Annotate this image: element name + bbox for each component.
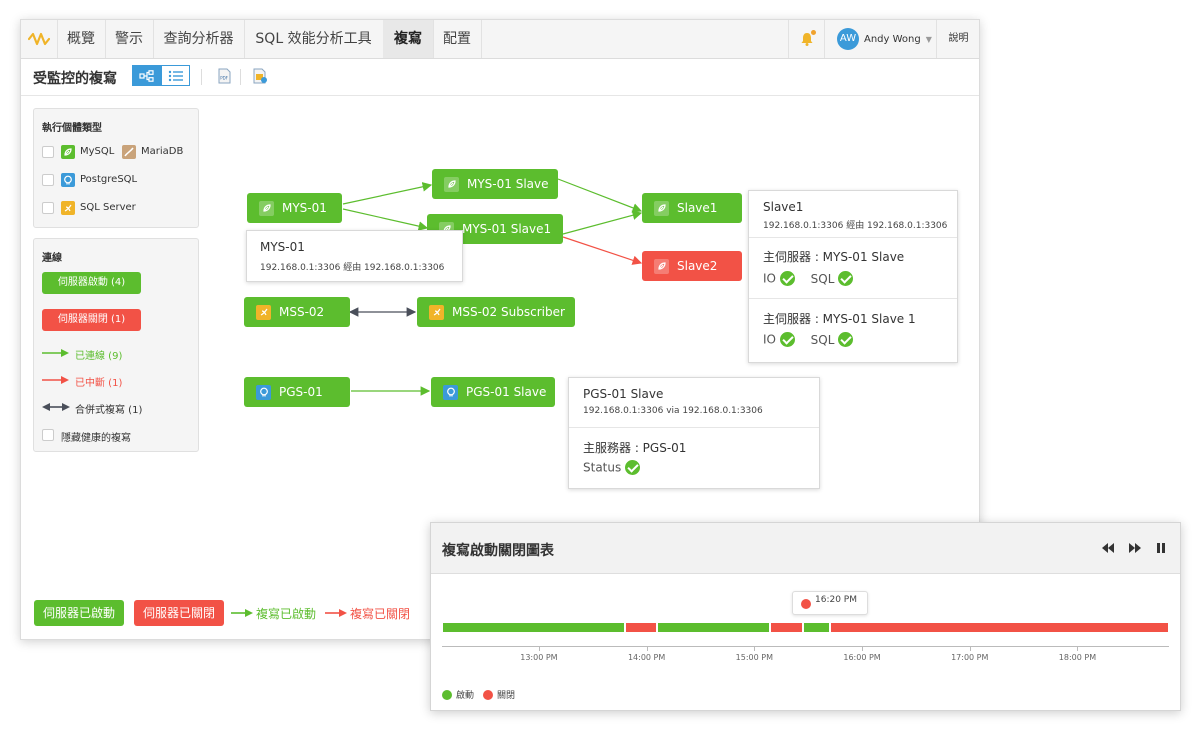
node-label: Slave1 <box>677 201 718 215</box>
node-label: MYS-01 <box>282 201 327 215</box>
card-status-row: IO SQL <box>763 271 854 286</box>
node-pgs-01-slave[interactable]: PGS-01 Slave <box>431 377 555 407</box>
check-icon <box>838 271 854 286</box>
axis-tick <box>862 646 864 651</box>
timeline-axis <box>442 646 1169 647</box>
node-label: MYS-01 Slave1 <box>462 222 552 236</box>
timeline-segment-down[interactable] <box>771 623 802 632</box>
node-slave1[interactable]: Slave1 <box>642 193 742 223</box>
axis-tick-label: 14:00 PM <box>627 653 666 662</box>
card-address: 192.168.0.1:3306 經由 192.168.0.1:3306 <box>763 221 948 231</box>
sql-label: SQL <box>810 332 835 347</box>
io-label: IO <box>763 332 776 347</box>
info-card-mys-01: MYS-01 192.168.0.1:3306 經由 192.168.0.1:3… <box>246 230 463 282</box>
timeline-tooltip: 16:20 PM <box>792 591 868 615</box>
axis-tick <box>754 646 756 651</box>
timeline-segment-down[interactable] <box>830 623 1168 632</box>
node-label: PGS-01 <box>279 385 323 399</box>
card-master: 主服務器 : PGS-01 <box>583 441 687 455</box>
axis-tick-label: 16:00 PM <box>843 653 881 662</box>
card-address: 192.168.0.1:3306 via 192.168.0.1:3306 <box>583 406 763 416</box>
check-icon <box>838 332 854 347</box>
timeline-segment-up[interactable] <box>443 623 625 632</box>
mysql-leaf-icon <box>444 176 459 192</box>
node-pgs-01[interactable]: PGS-01 <box>244 377 350 407</box>
status-label: Status <box>583 460 622 475</box>
axis-tick-label: 17:00 PM <box>951 653 989 662</box>
node-slave2[interactable]: Slave2 <box>642 251 742 281</box>
card-address: 192.168.0.1:3306 經由 192.168.0.1:3306 <box>260 263 445 273</box>
node-label: MSS-02 Subscriber <box>452 305 565 319</box>
timeline-segment-up[interactable] <box>803 623 829 632</box>
card-title: MYS-01 <box>260 240 305 254</box>
green-arrow-icon <box>231 609 253 617</box>
chart-header: 複寫啟動關閉圖表 <box>431 523 1180 574</box>
sqlserver-icon <box>429 304 444 320</box>
pause-icon[interactable] <box>1154 541 1168 555</box>
fast-forward-icon[interactable] <box>1128 541 1142 555</box>
card-divider <box>749 237 957 238</box>
node-label: PGS-01 Slave <box>466 385 547 399</box>
link-slave-to-node-slave1 <box>557 178 643 213</box>
card-master: 主伺服器 : MYS-01 Slave <box>763 250 905 264</box>
check-icon <box>779 271 795 286</box>
axis-tick <box>646 646 648 651</box>
legend-down-dot <box>483 690 493 700</box>
check-icon <box>625 460 641 475</box>
tooltip-status-dot <box>801 599 811 609</box>
postgresql-elephant-icon <box>443 384 458 400</box>
rewind-icon[interactable] <box>1101 541 1115 555</box>
info-card-slave1: Slave1 192.168.0.1:3306 經由 192.168.0.1:3… <box>748 190 958 363</box>
node-mss-02-subscriber[interactable]: MSS-02 Subscriber <box>417 297 575 327</box>
axis-tick <box>1077 646 1079 651</box>
legend-replication-down: 複寫已關閉 <box>350 607 411 621</box>
card-status-row: IO SQL <box>763 332 854 347</box>
mysql-leaf-icon <box>654 200 669 216</box>
sqlserver-icon <box>256 304 271 320</box>
mysql-leaf-icon <box>654 258 669 274</box>
link-slave1-to-slave2 <box>562 236 643 265</box>
axis-tick-label: 13:00 PM <box>520 653 558 662</box>
card-title: PGS-01 Slave <box>583 387 664 401</box>
legend-up-label: 啟動 <box>456 691 475 701</box>
node-mys-01[interactable]: MYS-01 <box>247 193 342 223</box>
io-label: IO <box>763 271 776 286</box>
node-mss-02[interactable]: MSS-02 <box>244 297 350 327</box>
axis-tick <box>969 646 971 651</box>
info-card-pgs-01-slave: PGS-01 Slave 192.168.0.1:3306 via 192.16… <box>568 377 820 489</box>
node-mys-01-slave[interactable]: MYS-01 Slave <box>432 169 558 199</box>
tooltip-time: 16:20 PM <box>815 595 857 605</box>
axis-tick <box>538 646 540 651</box>
red-arrow-icon <box>325 609 347 617</box>
legend-server-down: 伺服器已關閉 <box>134 600 224 626</box>
chart-title: 複寫啟動關閉圖表 <box>442 543 554 559</box>
axis-tick-label: 15:00 PM <box>735 653 773 662</box>
card-master: 主伺服器 : MYS-01 Slave 1 <box>763 312 916 326</box>
link-mys01-to-slave1 <box>342 208 429 231</box>
mysql-leaf-icon <box>259 200 274 216</box>
link-mys01-to-slave <box>342 182 433 205</box>
node-label: MSS-02 <box>279 305 325 319</box>
card-title: Slave1 <box>763 200 804 214</box>
node-label: MYS-01 Slave <box>467 177 549 191</box>
legend-replication-up: 複寫已啟動 <box>256 607 317 621</box>
timeline-segment-down[interactable] <box>626 623 657 632</box>
card-divider <box>749 298 957 299</box>
legend-down-label: 關閉 <box>497 691 516 701</box>
axis-tick-label: 18:00 PM <box>1058 653 1097 662</box>
link-slave1-to-node-slave1 <box>562 210 643 235</box>
sql-label: SQL <box>810 271 835 286</box>
node-label: Slave2 <box>677 259 718 273</box>
card-divider <box>569 427 819 428</box>
postgresql-elephant-icon <box>256 384 271 400</box>
legend-server-up: 伺服器已啟動 <box>34 600 124 626</box>
legend-up-dot <box>442 690 452 700</box>
card-status-row: Status <box>583 460 641 475</box>
timeline-segment-up[interactable] <box>658 623 770 632</box>
check-icon <box>779 332 795 347</box>
replication-uptime-chart-window: 複寫啟動關閉圖表 16:20 PM 13:00 PM 14:00 PM 15:00 … <box>430 522 1181 711</box>
